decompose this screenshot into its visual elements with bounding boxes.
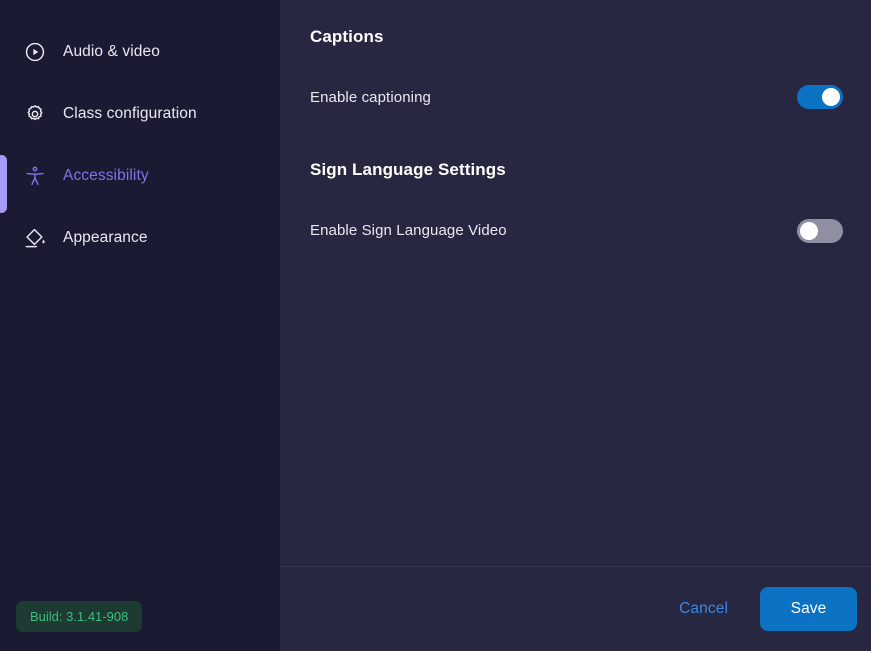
settings-main-panel: Captions Enable captioning Sign Language… — [280, 0, 871, 651]
sidebar-item-accessibility[interactable]: Accessibility — [0, 154, 280, 198]
sidebar-item-audio-video[interactable]: Audio & video — [0, 30, 280, 74]
toggle-knob — [800, 222, 818, 240]
toggle-knob — [822, 88, 840, 106]
sidebar-item-label: Accessibility — [63, 168, 149, 184]
settings-sidebar: Audio & video Class configuration — [0, 0, 280, 651]
play-circle-icon — [24, 41, 46, 63]
section-heading-captions: Captions — [310, 27, 847, 47]
save-button[interactable]: Save — [760, 587, 857, 631]
settings-content: Captions Enable captioning Sign Language… — [280, 0, 871, 566]
paint-bucket-icon — [24, 227, 46, 249]
sidebar-item-label: Class configuration — [63, 106, 197, 122]
toggle-enable-sign-language-video[interactable] — [797, 219, 843, 243]
setting-label: Enable Sign Language Video — [310, 222, 507, 239]
build-version-badge: Build: 3.1.41-908 — [16, 601, 142, 632]
cancel-button[interactable]: Cancel — [657, 588, 750, 630]
gear-icon — [24, 103, 46, 125]
sidebar-nav: Audio & video Class configuration — [0, 0, 280, 260]
dialog-footer: Cancel Save — [280, 566, 871, 651]
accessibility-icon — [24, 165, 46, 187]
settings-dialog: Audio & video Class configuration — [0, 0, 871, 651]
toggle-enable-captioning[interactable] — [797, 85, 843, 109]
sidebar-item-appearance[interactable]: Appearance — [0, 216, 280, 260]
setting-label: Enable captioning — [310, 89, 431, 106]
setting-row-enable-captioning: Enable captioning — [310, 80, 847, 114]
sidebar-item-label: Appearance — [63, 230, 148, 246]
active-indicator-bar — [0, 155, 7, 213]
setting-row-enable-sign-language-video: Enable Sign Language Video — [310, 214, 847, 248]
sidebar-item-class-configuration[interactable]: Class configuration — [0, 92, 280, 136]
section-heading-sign-language: Sign Language Settings — [310, 160, 847, 180]
sidebar-item-label: Audio & video — [63, 44, 160, 60]
